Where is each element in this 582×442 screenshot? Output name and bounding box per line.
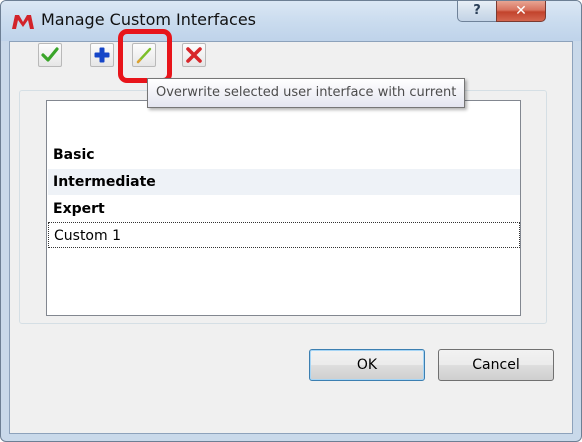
ok-button[interactable]: OK (309, 349, 425, 381)
plus-icon (94, 47, 110, 63)
window-title: Manage Custom Interfaces (41, 10, 256, 29)
list-item-selected[interactable]: Custom 1 (48, 222, 520, 248)
check-icon (41, 47, 59, 62)
cancel-button[interactable]: Cancel (438, 349, 554, 381)
close-button[interactable]: ✕ (496, 1, 546, 22)
list-item[interactable]: Intermediate (48, 169, 520, 195)
x-icon (186, 47, 202, 63)
apply-button[interactable] (38, 43, 62, 67)
manage-custom-interfaces-dialog: Manage Custom Interfaces ? ✕ Basic Inter… (0, 0, 582, 442)
list-item[interactable]: Expert (48, 196, 520, 222)
app-logo-icon (12, 15, 34, 29)
list-item[interactable]: Basic (48, 142, 520, 168)
delete-interface-button[interactable] (182, 43, 206, 67)
title-bar[interactable]: Manage Custom Interfaces ? ✕ (1, 1, 581, 41)
add-interface-button[interactable] (90, 43, 114, 67)
tooltip: Overwrite selected user interface with c… (147, 78, 466, 108)
highlight-ring (118, 29, 172, 83)
help-button[interactable]: ? (457, 1, 497, 22)
interfaces-list[interactable]: Basic Intermediate Expert Custom 1 (46, 100, 521, 316)
